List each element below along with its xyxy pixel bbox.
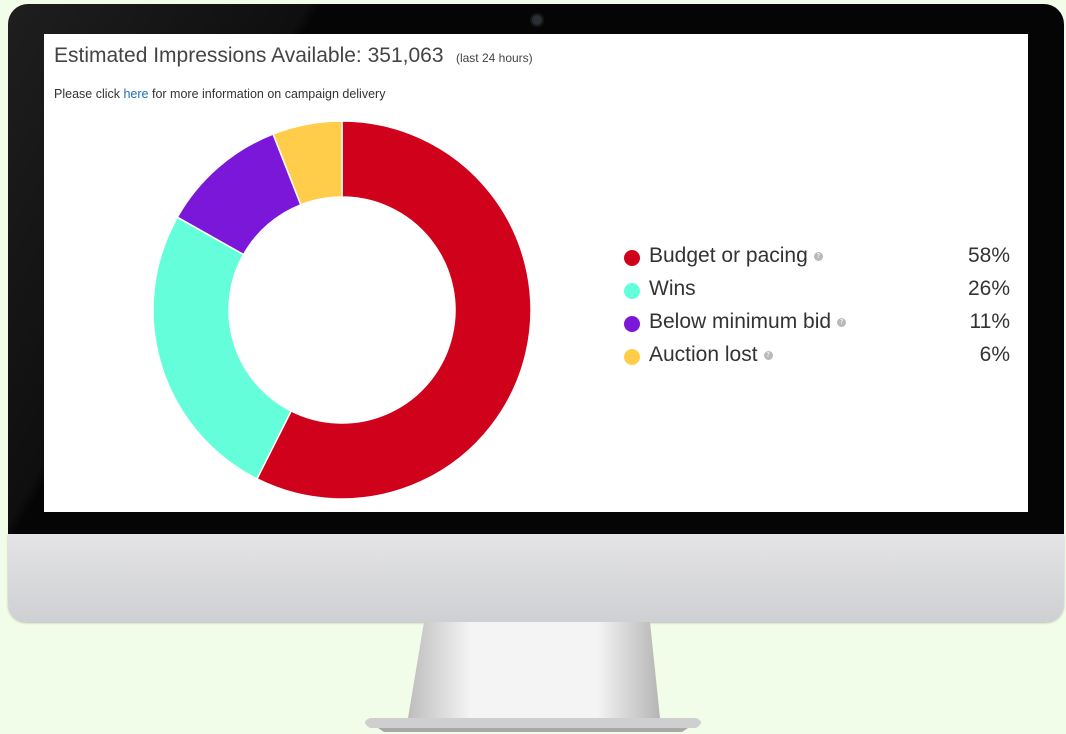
info-link[interactable]: here <box>123 87 148 101</box>
monitor: Estimated Impressions Available: 351,063… <box>8 4 1064 622</box>
legend-label-text: Budget or pacing <box>649 244 808 267</box>
slice-wins[interactable] <box>152 216 293 480</box>
help-icon[interactable]: ? <box>763 351 773 360</box>
chart-legend: Budget or pacing? 58% Wins 26% Below minimum… <box>624 242 1010 374</box>
legend-item-below-minimum-bid[interactable]: Below minimum bid? 11% <box>624 308 1010 341</box>
screen: Estimated Impressions Available: 351,063… <box>44 34 1028 512</box>
legend-swatch <box>624 283 640 299</box>
legend-label-text: Wins <box>649 277 696 300</box>
legend-label: Below minimum bid? <box>649 310 847 334</box>
legend-item-auction-lost[interactable]: Auction lost? 6% <box>624 341 1010 374</box>
legend-label: Wins <box>649 277 696 301</box>
legend-item-budget-or-pacing[interactable]: Budget or pacing? 58% <box>624 242 1010 275</box>
page-title: Estimated Impressions Available: 351,063 <box>54 44 444 67</box>
donut-chart <box>152 120 532 500</box>
legend-label-text: Below minimum bid <box>649 310 832 333</box>
legend-label-text: Auction lost <box>649 343 758 366</box>
info-text: Please click here for more information o… <box>54 87 385 101</box>
legend-label: Budget or pacing? <box>649 244 823 268</box>
info-suffix: for more information on campaign deliver… <box>152 87 386 101</box>
legend-swatch <box>624 316 640 332</box>
legend-value: 6% <box>979 343 1010 366</box>
monitor-stand <box>365 622 701 732</box>
legend-swatch <box>624 349 640 365</box>
legend-value: 58% <box>967 244 1010 267</box>
title-time-window: (last 24 hours) <box>455 51 533 65</box>
legend-item-wins[interactable]: Wins 26% <box>624 275 1010 308</box>
monitor-bezel: Estimated Impressions Available: 351,063… <box>8 4 1064 534</box>
legend-value: 26% <box>967 277 1010 300</box>
legend-swatch <box>624 250 640 266</box>
legend-value: 11% <box>969 310 1010 333</box>
help-icon[interactable]: ? <box>813 252 823 261</box>
camera-icon <box>532 15 542 25</box>
help-icon[interactable]: ? <box>837 318 847 327</box>
monitor-chin <box>8 534 1064 622</box>
legend-label: Auction lost? <box>649 343 773 367</box>
info-prefix: Please click <box>54 87 120 101</box>
title-row: Estimated Impressions Available: 351,063… <box>54 44 533 68</box>
